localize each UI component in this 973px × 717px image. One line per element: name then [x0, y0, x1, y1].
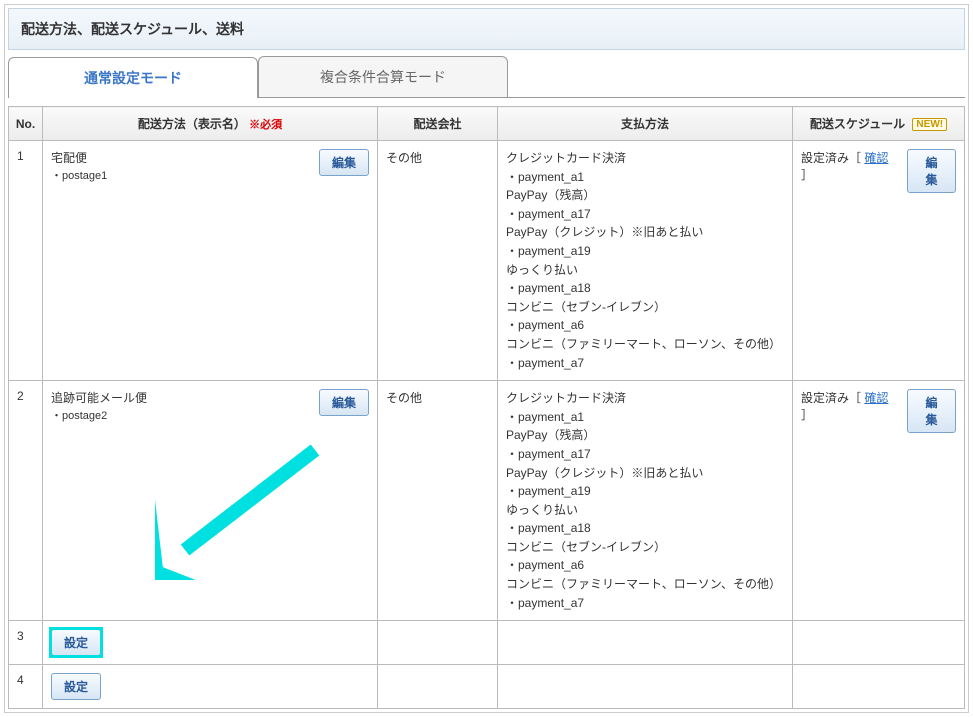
- payment-line: ・payment_a1: [506, 168, 784, 187]
- col-header-company: 配送会社: [378, 107, 498, 141]
- payment-line: ・payment_a18: [506, 519, 784, 538]
- cell-company: その他: [378, 141, 498, 381]
- new-badge: NEW!: [912, 118, 947, 131]
- payment-line: ・payment_a6: [506, 316, 784, 335]
- table-row: 4 設定: [9, 665, 965, 709]
- shipping-table: No. 配送方法（表示名） ※必須 配送会社 支払方法 配送スケジュール NEW…: [8, 106, 965, 709]
- payment-line: コンビニ（ファミリーマート、ローソン、その他）: [506, 575, 784, 594]
- table-row: 3 設定: [9, 621, 965, 665]
- cell-payment: クレジットカード決済・payment_a1PayPay（残高）・payment_…: [498, 141, 793, 381]
- cell-schedule: 設定済み［ 確認 ］編集: [793, 141, 965, 381]
- confirm-link[interactable]: 確認: [864, 151, 888, 165]
- payment-line: ゆっくり払い: [506, 261, 784, 280]
- edit-schedule-button[interactable]: 編集: [907, 389, 956, 433]
- payment-line: コンビニ（セブン-イレブン）: [506, 538, 784, 557]
- cell-company: [378, 665, 498, 709]
- cell-no: 3: [9, 621, 43, 665]
- tab-normal-mode[interactable]: 通常設定モード: [8, 57, 258, 98]
- page-title: 配送方法、配送スケジュール、送料: [21, 19, 952, 39]
- tab-complex-mode[interactable]: 複合条件合算モード: [258, 56, 508, 97]
- cell-company: その他: [378, 381, 498, 621]
- col-header-method: 配送方法（表示名） ※必須: [43, 107, 378, 141]
- highlighted-set-button: 設定: [51, 629, 101, 656]
- cell-schedule: 設定済み［ 確認 ］編集: [793, 381, 965, 621]
- payment-line: クレジットカード決済: [506, 389, 784, 408]
- payment-line: PayPay（残高）: [506, 186, 784, 205]
- cell-schedule: [793, 621, 965, 665]
- payment-line: PayPay（クレジット）※旧あと払い: [506, 464, 784, 483]
- payment-line: ・payment_a17: [506, 445, 784, 464]
- table-row: 1宅配便・postage1編集その他クレジットカード決済・payment_a1P…: [9, 141, 965, 381]
- cell-method: 設定: [43, 621, 378, 665]
- cell-schedule: [793, 665, 965, 709]
- payment-line: ・payment_a7: [506, 594, 784, 613]
- col-header-schedule: 配送スケジュール NEW!: [793, 107, 965, 141]
- payment-line: ・payment_a18: [506, 279, 784, 298]
- cell-method: 宅配便・postage1編集: [43, 141, 378, 381]
- schedule-status: 設定済み［ 確認 ］: [801, 389, 899, 423]
- payment-line: PayPay（残高）: [506, 426, 784, 445]
- payment-line: ・payment_a17: [506, 205, 784, 224]
- cell-payment: [498, 665, 793, 709]
- cell-no: 2: [9, 381, 43, 621]
- set-method-button[interactable]: 設定: [51, 629, 101, 656]
- method-name: 宅配便・postage1: [51, 149, 319, 186]
- cell-payment: クレジットカード決済・payment_a1PayPay（残高）・payment_…: [498, 381, 793, 621]
- payment-line: PayPay（クレジット）※旧あと払い: [506, 223, 784, 242]
- payment-line: ・payment_a6: [506, 556, 784, 575]
- page-header: 配送方法、配送スケジュール、送料: [8, 8, 965, 50]
- cell-no: 4: [9, 665, 43, 709]
- payment-line: ・payment_a19: [506, 482, 784, 501]
- table-row: 2追跡可能メール便・postage2編集その他クレジットカード決済・paymen…: [9, 381, 965, 621]
- edit-schedule-button[interactable]: 編集: [907, 149, 956, 193]
- col-header-no: No.: [9, 107, 43, 141]
- mode-tabs: 通常設定モード 複合条件合算モード: [8, 56, 965, 98]
- payment-line: コンビニ（ファミリーマート、ローソン、その他）: [506, 335, 784, 354]
- confirm-link[interactable]: 確認: [864, 391, 888, 405]
- cell-company: [378, 621, 498, 665]
- cell-payment: [498, 621, 793, 665]
- payment-line: ・payment_a19: [506, 242, 784, 261]
- cell-method: 設定: [43, 665, 378, 709]
- payment-line: ・payment_a1: [506, 408, 784, 427]
- payment-line: ・payment_a7: [506, 354, 784, 373]
- annotation-arrow-icon: [155, 440, 335, 580]
- required-marker: ※必須: [249, 119, 282, 131]
- schedule-status: 設定済み［ 確認 ］: [801, 149, 899, 183]
- payment-line: コンビニ（セブン-イレブン）: [506, 298, 784, 317]
- col-header-payment: 支払方法: [498, 107, 793, 141]
- set-method-button[interactable]: 設定: [51, 673, 101, 700]
- method-name: 追跡可能メール便・postage2: [51, 389, 319, 426]
- cell-no: 1: [9, 141, 43, 381]
- edit-method-button[interactable]: 編集: [319, 389, 369, 416]
- payment-line: ゆっくり払い: [506, 501, 784, 520]
- payment-line: クレジットカード決済: [506, 149, 784, 168]
- edit-method-button[interactable]: 編集: [319, 149, 369, 176]
